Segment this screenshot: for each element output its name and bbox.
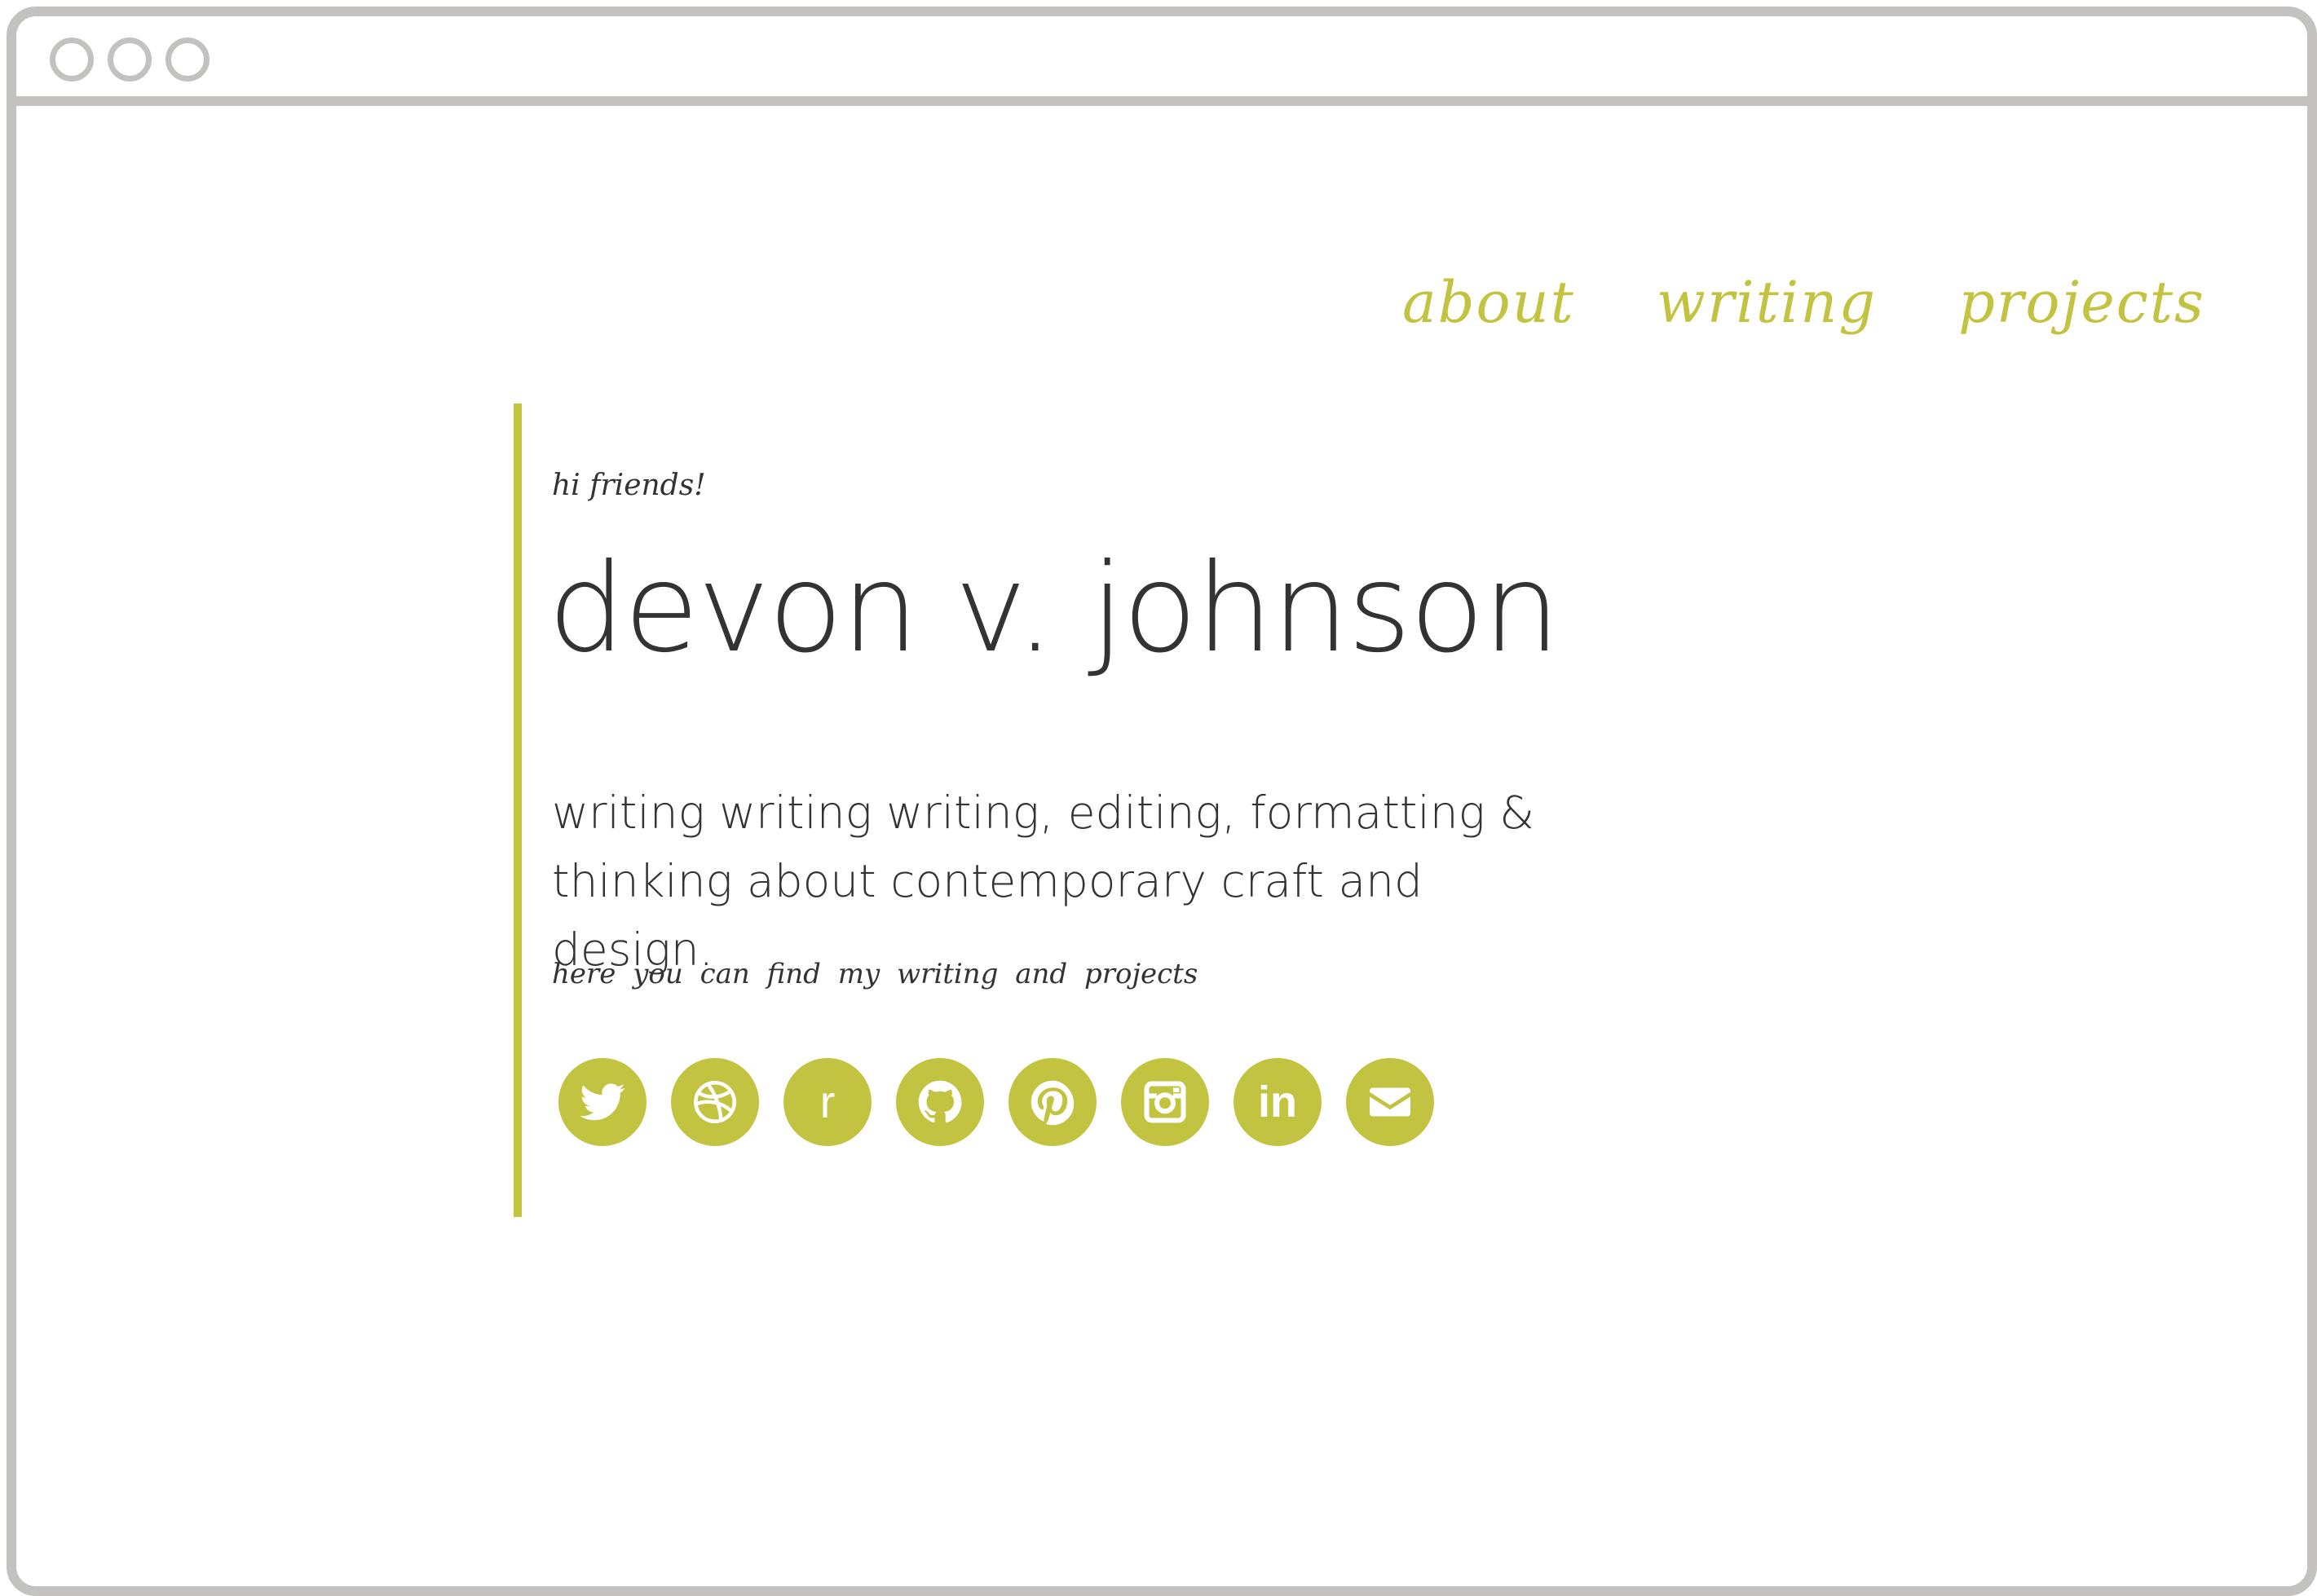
dribbble-icon [694,1081,736,1123]
twitter-icon [580,1083,625,1121]
main-nav: about writing projects [1402,269,2205,367]
window-minimize-button[interactable] [108,37,152,82]
r-icon: r [819,1076,836,1127]
window-maximize-button[interactable] [166,37,210,82]
linkedin-icon: in [1258,1078,1297,1126]
email-button[interactable] [1346,1058,1434,1146]
tagline: writing writing writing, editing, format… [552,778,1595,984]
tagline-line-1: writing writing writing, editing, format… [552,787,1534,839]
page-title: devon v. johnson [548,538,1560,680]
github-button[interactable] [896,1058,984,1146]
subtext: here you can find my writing and project… [552,958,1198,990]
nav-projects-link[interactable]: projects [1958,269,2205,336]
instagram-button[interactable] [1121,1058,1209,1146]
pinterest-icon [1031,1080,1075,1126]
github-icon [918,1080,962,1123]
twitter-button[interactable] [558,1058,647,1146]
greeting-text: hi friends! [552,469,706,502]
email-icon [1370,1087,1410,1117]
pinterest-button[interactable] [1008,1058,1097,1146]
browser-titlebar [16,16,2307,106]
social-links: r in [558,1058,1434,1146]
accent-bar [514,403,522,1217]
r-button[interactable]: r [783,1058,872,1146]
nav-about-link[interactable]: about [1402,269,1575,336]
instagram-icon [1144,1081,1186,1123]
linkedin-button[interactable]: in [1234,1058,1322,1146]
dribbble-button[interactable] [671,1058,759,1146]
window-close-button[interactable] [50,37,94,82]
nav-writing-link[interactable]: writing [1657,269,1877,336]
